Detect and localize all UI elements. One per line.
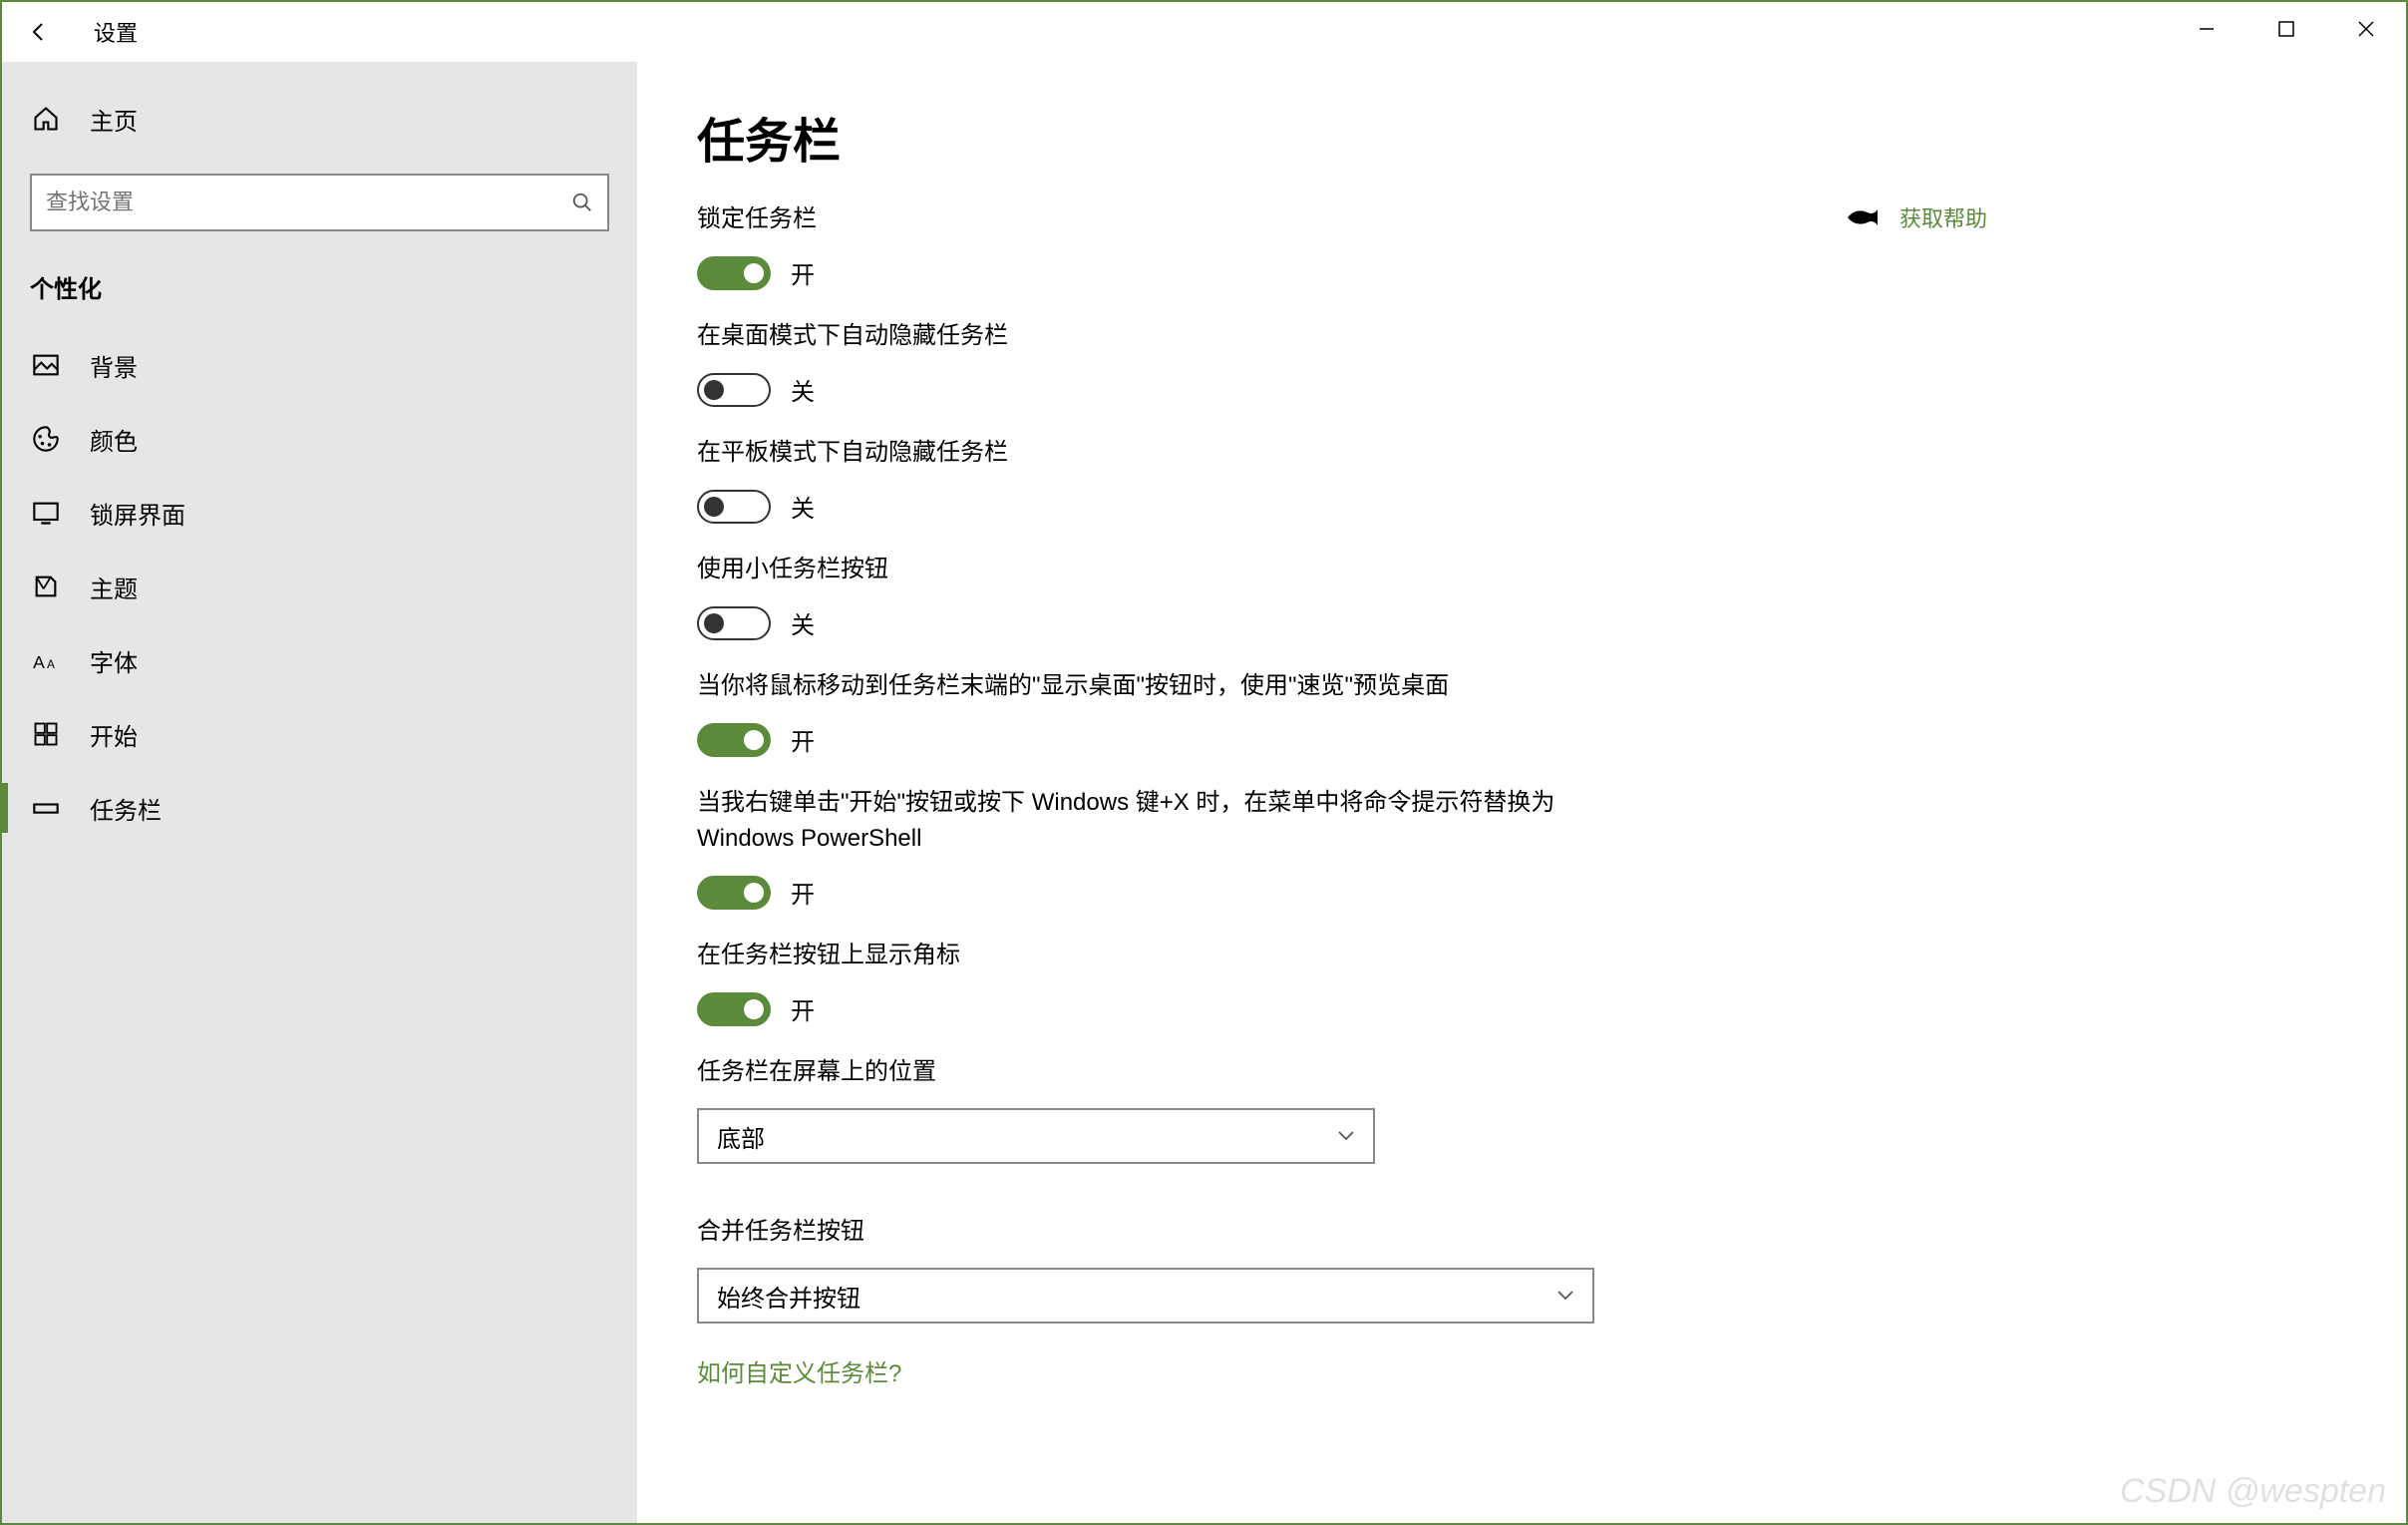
- close-icon: [2357, 20, 2375, 38]
- sidebar-item-fonts[interactable]: AA 字体: [2, 623, 637, 697]
- sidebar-item-label: 主题: [90, 570, 138, 604]
- help-badge[interactable]: 获取帮助: [1846, 201, 1987, 233]
- sidebar-item-label: 锁屏界面: [90, 496, 185, 531]
- chevron-down-icon: [1337, 1130, 1355, 1142]
- svg-text:A: A: [47, 658, 55, 671]
- toggle-state: 关: [791, 605, 815, 640]
- back-button[interactable]: [14, 7, 64, 57]
- sidebar-home-label: 主页: [90, 102, 138, 137]
- setting-label: 当我右键单击"开始"按钮或按下 Windows 键+X 时，在菜单中将命令提示符…: [697, 785, 1574, 857]
- maximize-icon: [2278, 21, 2294, 37]
- sidebar-item-taskbar[interactable]: 任务栏: [2, 771, 637, 845]
- taskbar-icon: [30, 792, 62, 824]
- titlebar: 设置: [2, 2, 2406, 62]
- sidebar-item-label: 任务栏: [90, 791, 162, 826]
- lockscreen-icon: [30, 497, 62, 529]
- how-to-customize-link[interactable]: 如何自定义任务栏?: [697, 1353, 2346, 1388]
- window-controls: [2167, 2, 2406, 56]
- svg-text:A: A: [33, 652, 45, 672]
- arrow-left-icon: [27, 20, 51, 44]
- sidebar-section-title: 个性化: [2, 261, 637, 328]
- toggle-switch[interactable]: [697, 373, 771, 407]
- sidebar-item-lockscreen[interactable]: 锁屏界面: [2, 476, 637, 550]
- position-dropdown[interactable]: 底部: [697, 1108, 1375, 1164]
- sidebar-item-background[interactable]: 背景: [2, 328, 637, 402]
- home-icon: [30, 103, 62, 135]
- watermark: CSDN @wespten: [2120, 1472, 2386, 1511]
- sidebar-item-start[interactable]: 开始: [2, 697, 637, 771]
- sidebar-home[interactable]: 主页: [2, 82, 637, 156]
- combine-value: 始终合并按钮: [717, 1279, 860, 1314]
- content-area: 任务栏 获取帮助 锁定任务栏 开 在桌面模式下自动隐藏任务栏 关 在平板模式下自…: [637, 62, 2406, 1523]
- search-input[interactable]: [46, 190, 571, 215]
- combine-dropdown[interactable]: 始终合并按钮: [697, 1268, 1594, 1324]
- setting-label: 在任务栏按钮上显示角标: [697, 938, 1574, 973]
- setting-label: 使用小任务栏按钮: [697, 552, 1574, 587]
- sidebar: 主页 个性化 背景 颜色 锁屏界面 主题 AA 字体: [2, 62, 637, 1523]
- sidebar-item-label: 背景: [90, 348, 138, 383]
- position-value: 底部: [717, 1119, 765, 1154]
- toggle-switch[interactable]: [697, 723, 771, 757]
- start-icon: [30, 718, 62, 750]
- toggle-state: 开: [791, 255, 815, 290]
- toggle-switch[interactable]: [697, 606, 771, 640]
- sidebar-item-colors[interactable]: 颜色: [2, 402, 637, 476]
- setting-label: 在平板模式下自动隐藏任务栏: [697, 435, 1574, 471]
- minimize-button[interactable]: [2167, 2, 2246, 56]
- page-heading: 任务栏: [697, 102, 2346, 172]
- fish-icon: [1846, 207, 1880, 227]
- sidebar-item-label: 颜色: [90, 422, 138, 457]
- toggle-state: 关: [791, 489, 815, 524]
- combine-label: 合并任务栏按钮: [697, 1214, 1574, 1250]
- close-button[interactable]: [2326, 2, 2406, 56]
- image-icon: [30, 349, 62, 381]
- toggle-state: 开: [791, 991, 815, 1026]
- sidebar-item-themes[interactable]: 主题: [2, 550, 637, 623]
- toggle-state: 开: [791, 722, 815, 757]
- search-box[interactable]: [30, 174, 609, 231]
- toggle-switch[interactable]: [697, 992, 771, 1026]
- setting-label: 在桌面模式下自动隐藏任务栏: [697, 318, 1574, 354]
- setting-label: 当你将鼠标移动到任务栏末端的"显示桌面"按钮时，使用"速览"预览桌面: [697, 668, 1574, 704]
- toggle-switch[interactable]: [697, 876, 771, 910]
- toggle-switch[interactable]: [697, 256, 771, 290]
- maximize-button[interactable]: [2246, 2, 2326, 56]
- sidebar-item-label: 开始: [90, 717, 138, 752]
- toggle-switch[interactable]: [697, 490, 771, 524]
- setting-label: 锁定任务栏: [697, 201, 1574, 237]
- toggle-state: 开: [791, 875, 815, 910]
- theme-icon: [30, 571, 62, 602]
- chevron-down-icon: [1556, 1290, 1574, 1302]
- minimize-icon: [2198, 20, 2216, 38]
- help-text: 获取帮助: [1899, 201, 1987, 233]
- search-icon: [571, 191, 593, 213]
- window-title: 设置: [94, 16, 138, 48]
- font-icon: AA: [30, 644, 62, 676]
- palette-icon: [30, 423, 62, 455]
- sidebar-item-label: 字体: [90, 643, 138, 678]
- toggle-state: 关: [791, 372, 815, 407]
- position-label: 任务栏在屏幕上的位置: [697, 1054, 1574, 1090]
